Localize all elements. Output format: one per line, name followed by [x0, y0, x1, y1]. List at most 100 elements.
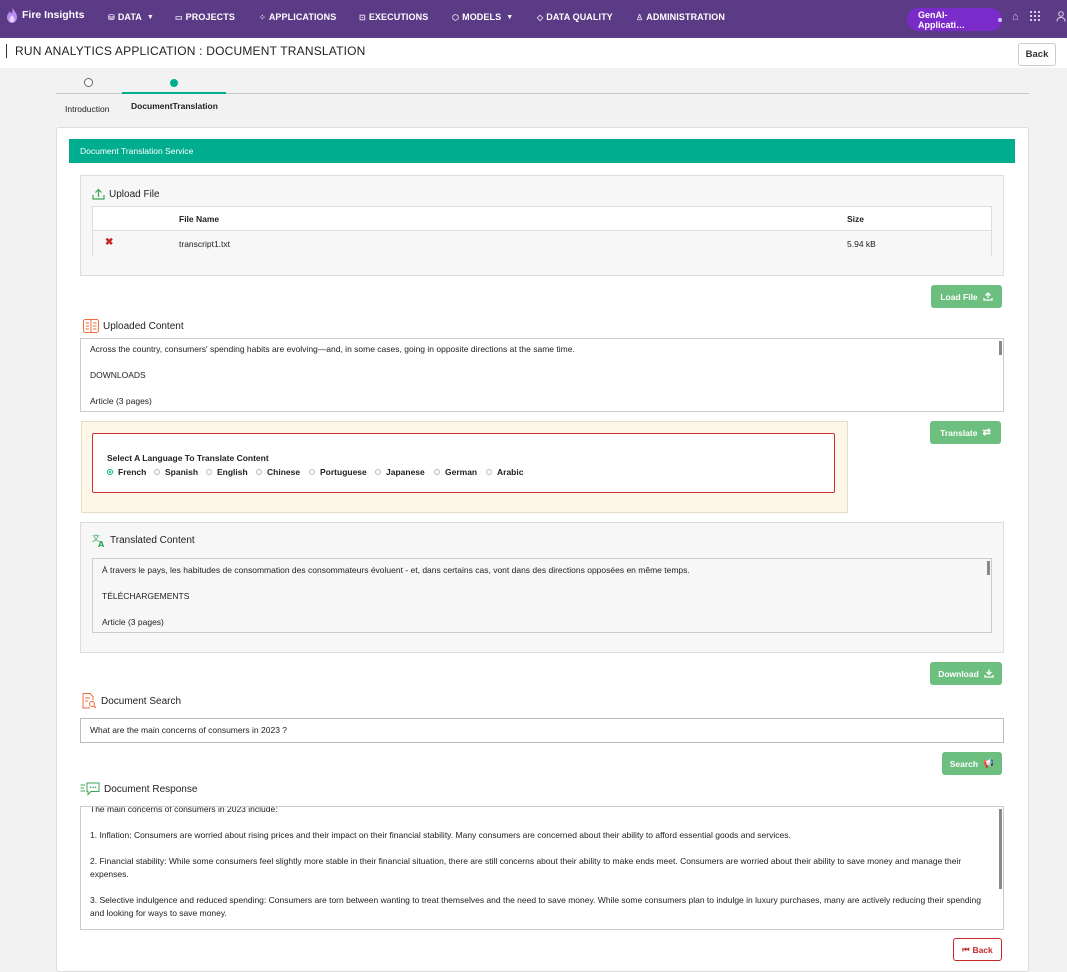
page-title: RUN ANALYTICS APPLICATION : DOCUMENT TRA… [15, 44, 366, 58]
executions-icon: ⊡ [359, 12, 366, 22]
text-line: 3. Selective indulgence and reduced spen… [90, 895, 981, 918]
column-header-file-name: File Name [179, 214, 220, 224]
document-search-icon [82, 693, 97, 709]
flame-icon [7, 7, 17, 23]
translate-label: Translate [940, 427, 978, 438]
radio-icon [309, 469, 315, 475]
text-line: DOWNLOADS [90, 370, 146, 380]
language-option-portuguese[interactable]: Portuguese [309, 467, 367, 477]
caret-down-icon: ▼ [506, 13, 514, 21]
grid-menu-icon[interactable] [1030, 11, 1040, 24]
upload-icon [983, 292, 993, 301]
scrollbar[interactable] [987, 561, 990, 575]
nav-applications-label: APPLICATIONS [268, 12, 337, 22]
scrollbar[interactable] [999, 809, 1002, 889]
translate-icon: 文 A [92, 533, 105, 548]
table-row: ✖ transcript1.txt 5.94 kB [93, 231, 991, 256]
radio-selected-icon [107, 469, 113, 475]
translated-content-title: 文 A Translated Content [92, 533, 195, 548]
language-option-label: Chinese [267, 467, 301, 477]
text-line: Article (3 pages) [102, 617, 164, 627]
nav-data-quality[interactable]: ◇ DATA QUALITY [537, 12, 613, 22]
nav-executions-label: EXECUTIONS [368, 12, 429, 22]
step-introduction-dot[interactable] [84, 78, 93, 87]
language-option-chinese[interactable]: Chinese [256, 467, 300, 477]
text-line [102, 577, 982, 590]
back-button-top[interactable]: Back [1018, 43, 1056, 66]
apps-icon: ⁘ [259, 12, 266, 22]
nav-data-label: DATA [117, 12, 142, 22]
search-input[interactable]: What are the main concerns of consumers … [80, 718, 1004, 743]
search-label: Search [949, 758, 979, 769]
text-line: Article (3 pages) [90, 396, 152, 406]
nav-models-label: MODELS [462, 12, 502, 22]
step-translation-label[interactable]: DocumentTranslation [131, 101, 218, 111]
text-line [90, 842, 994, 855]
language-option-label: French [118, 467, 147, 477]
uploaded-content-textarea[interactable]: Across the country, consumers' spending … [80, 338, 1004, 412]
nav-administration[interactable]: ♙ ADMINISTRATION [636, 12, 725, 22]
text-line: À travers le pays, les habitudes de cons… [102, 565, 690, 575]
radio-icon [486, 469, 492, 475]
upload-file-label: Upload File [109, 188, 160, 200]
uploaded-content-label: Uploaded Content [103, 320, 184, 332]
service-header: Document Translation Service [69, 139, 1015, 163]
step-introduction-label[interactable]: Introduction [65, 104, 109, 114]
user-icon[interactable] [1056, 11, 1066, 25]
language-option-japanese[interactable]: Japanese [375, 467, 425, 477]
svg-text:A: A [98, 540, 105, 548]
nav-data[interactable]: ⛁ DATA ▼ [108, 12, 154, 22]
workspace-selector[interactable]: GenAI-Applicati… [907, 8, 1002, 31]
remove-file-icon[interactable]: ✖ [105, 237, 113, 248]
language-option-spanish[interactable]: Spanish [154, 467, 198, 477]
nav-models[interactable]: ⬡ MODELS ▼ [452, 12, 513, 22]
language-option-label: German [445, 467, 478, 477]
nav-applications[interactable]: ⁘ APPLICATIONS [259, 12, 336, 22]
top-navbar: Fire Insights ⛁ DATA ▼ ▭ PROJECTS ⁘ APPL… [0, 0, 1067, 38]
language-option-label: Arabic [497, 467, 524, 477]
diamond-icon: ◇ [537, 12, 544, 22]
text-line: The main concerns of consumers in 2023 i… [90, 806, 278, 814]
text-line: 2. Financial stability: While some consu… [90, 856, 962, 879]
document-response-textarea[interactable]: The main concerns of consumers in 2023 i… [80, 806, 1004, 930]
document-response-label: Document Response [104, 783, 198, 795]
search-button[interactable]: Search 📢 [942, 752, 1002, 775]
language-option-label: English [217, 467, 248, 477]
step-translation-dot[interactable] [170, 79, 178, 87]
language-option-label: Japanese [386, 467, 425, 477]
language-option-arabic[interactable]: Arabic [486, 467, 523, 477]
models-icon: ⬡ [452, 12, 460, 22]
brand-logo[interactable]: Fire Insights [6, 7, 84, 23]
text-line [90, 356, 994, 369]
scrollbar[interactable] [999, 341, 1002, 355]
language-option-german[interactable]: German [434, 467, 477, 477]
file-size-cell: 5.94 kB [847, 239, 876, 249]
database-icon: ⛁ [108, 12, 115, 22]
translated-content-label: Translated Content [110, 535, 195, 546]
language-option-label: Spanish [165, 467, 199, 477]
language-option-french[interactable]: French [107, 467, 146, 477]
download-label: Download [938, 668, 979, 679]
chat-response-icon [80, 782, 100, 796]
page-header: RUN ANALYTICS APPLICATION : DOCUMENT TRA… [0, 38, 1067, 68]
translate-button[interactable]: Translate ⇄ [930, 421, 1001, 444]
download-button[interactable]: Download [930, 662, 1002, 685]
file-table-header: File Name Size [93, 207, 991, 231]
nav-executions[interactable]: ⊡ EXECUTIONS [359, 12, 428, 22]
load-file-button[interactable]: Load File [931, 285, 1002, 308]
column-header-size: Size [847, 214, 865, 224]
radio-icon [154, 469, 160, 475]
nav-projects[interactable]: ▭ PROJECTS [175, 12, 235, 22]
uploaded-content-title: Uploaded Content [83, 319, 184, 333]
download-icon [984, 669, 994, 678]
translated-content-textarea[interactable]: À travers le pays, les habitudes de cons… [92, 558, 992, 633]
caret-down-icon: ▼ [146, 13, 154, 21]
graduation-cap-icon[interactable]: ⌂ [1012, 11, 1019, 23]
text-line: Across the country, consumers' spending … [90, 344, 575, 354]
language-box [92, 433, 835, 493]
back-button-bottom[interactable]: ⏮ Back [953, 938, 1002, 961]
language-option-english[interactable]: English [206, 467, 248, 477]
language-label: Select A Language To Translate Content [107, 453, 269, 463]
brand-name: Fire Insights [22, 9, 85, 21]
document-response-title: Document Response [80, 782, 197, 796]
